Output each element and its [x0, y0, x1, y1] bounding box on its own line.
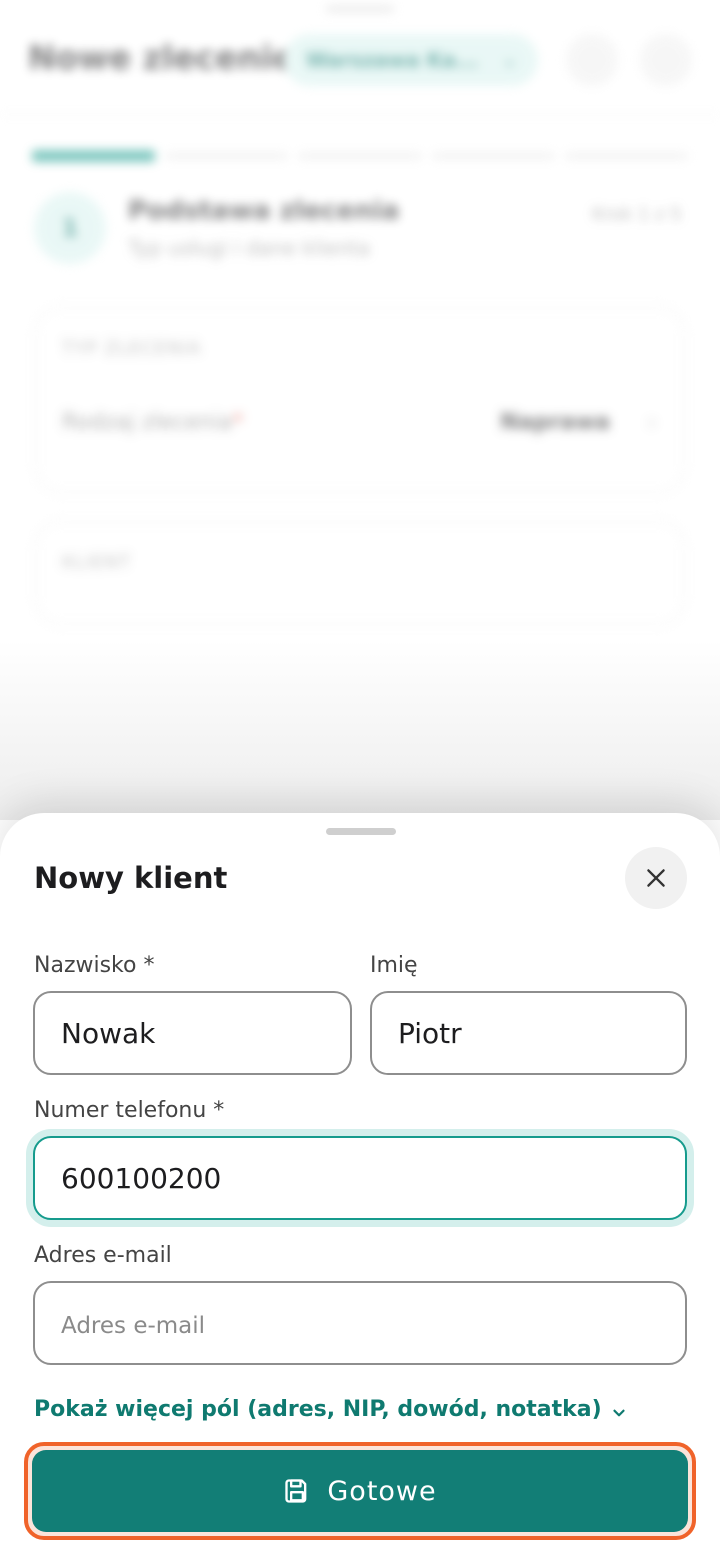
step-progress: [32, 150, 689, 162]
order-type-row-label: Rodzaj zlecenia*: [62, 410, 243, 435]
sheet-drag-handle[interactable]: [326, 828, 396, 835]
step-bar: [564, 153, 689, 159]
order-type-row-text: Rodzaj zlecenia: [62, 410, 233, 435]
location-pill-label: Warszawa Ka...: [306, 48, 479, 72]
sheet-title: Nowy klient: [34, 861, 228, 895]
step-count: Krok 1 z 5: [592, 204, 682, 225]
chevron-down-icon: [613, 1409, 625, 1416]
required-marker: *: [232, 410, 244, 435]
close-icon: [647, 869, 665, 887]
background-dim-overlay: [0, 640, 720, 820]
show-more-fields-label: Pokaż więcej pól (adres, NIP, dowód, not…: [34, 1397, 602, 1422]
step-number-badge: 1: [34, 192, 106, 264]
header-icon-button: [640, 34, 692, 86]
first-name-label: Imię: [370, 953, 418, 978]
step-bar: [298, 153, 422, 159]
first-name-input[interactable]: [370, 991, 687, 1075]
order-type-card-label: TYP ZLECENIA: [62, 338, 202, 359]
step-bar: [431, 153, 555, 159]
page-title: Nowe zlecenie: [28, 38, 295, 77]
order-type-value: Naprawa: [500, 410, 610, 435]
last-name-input[interactable]: [33, 991, 352, 1075]
location-pill: Warszawa Ka... ⌄: [284, 34, 538, 86]
step-bar: [165, 153, 289, 159]
save-icon: [285, 1479, 307, 1503]
header-icon-button: [566, 34, 618, 86]
done-button[interactable]: Gotowe: [32, 1450, 688, 1532]
phone-input[interactable]: [33, 1136, 687, 1220]
background-header: Nowe zlecenie Warszawa Ka... ⌄: [0, 0, 720, 115]
email-label: Adres e-mail: [34, 1243, 172, 1268]
new-client-sheet: Nowy klient Nazwisko * Imię Numer telefo…: [0, 813, 720, 1561]
email-input[interactable]: [33, 1281, 687, 1365]
client-card: KLIENT: [34, 520, 686, 626]
step-bar-active: [32, 150, 156, 162]
client-card-label: KLIENT: [62, 552, 131, 573]
last-name-label: Nazwisko *: [34, 953, 155, 978]
done-button-label: Gotowe: [327, 1475, 437, 1507]
step-title: Podstawa zlecenia: [128, 196, 400, 226]
close-button[interactable]: [625, 847, 687, 909]
step-subtitle: Typ usługi i dane klienta: [128, 236, 371, 260]
phone-label: Numer telefonu *: [34, 1098, 225, 1123]
show-more-fields-link[interactable]: Pokaż więcej pól (adres, NIP, dowód, not…: [34, 1397, 628, 1422]
chevron-down-icon: ⌄: [501, 47, 518, 71]
order-type-card: TYP ZLECENIA Rodzaj zlecenia* Naprawa ›: [34, 306, 686, 494]
chevron-right-icon: ›: [648, 410, 656, 434]
done-button-highlight: Gotowe: [24, 1442, 696, 1540]
